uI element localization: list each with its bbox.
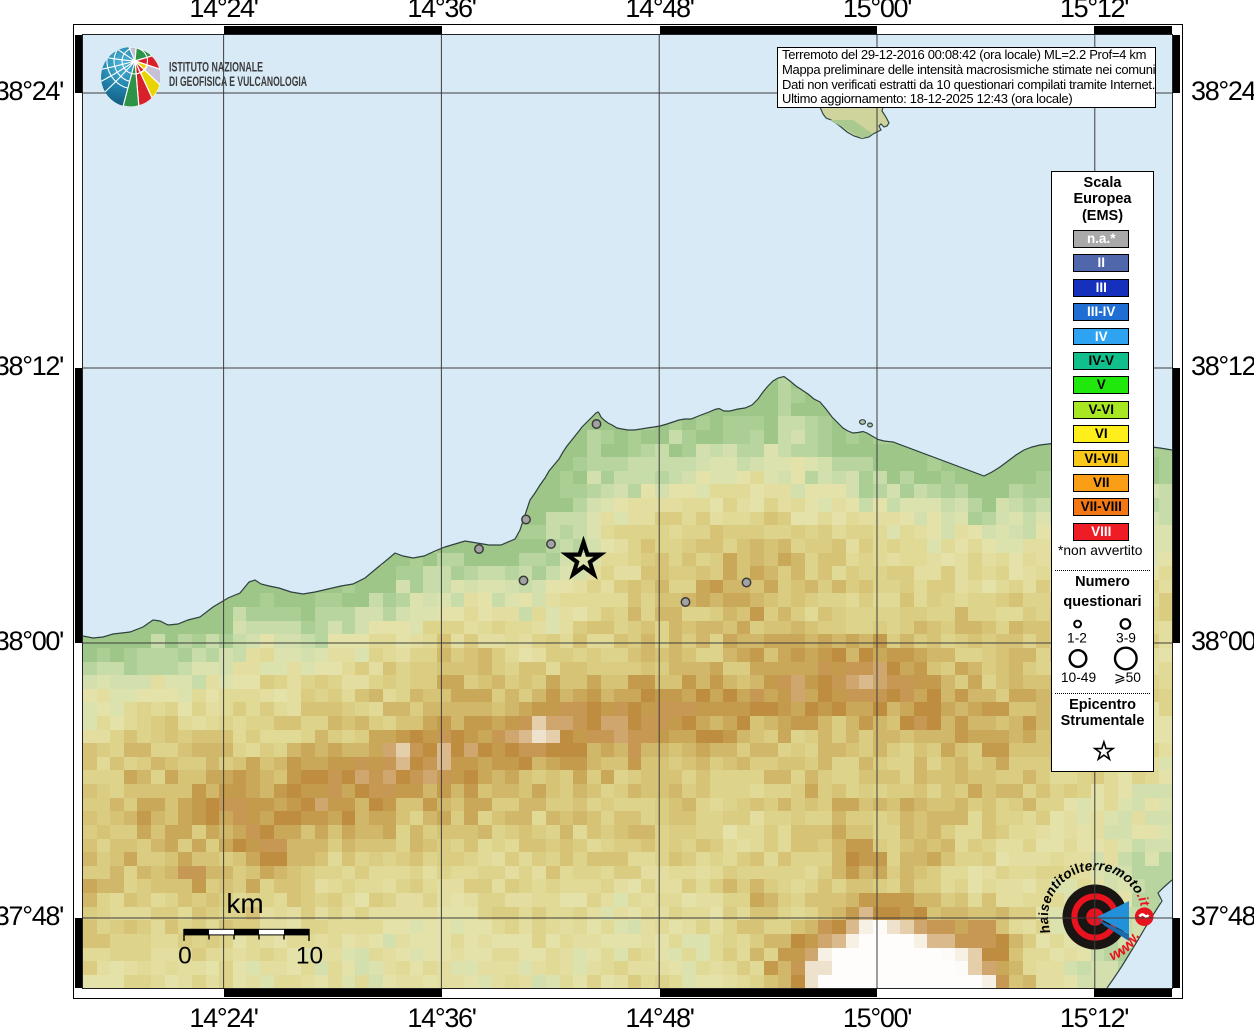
svg-text:1-2: 1-2 xyxy=(1067,631,1087,646)
svg-text:10-49: 10-49 xyxy=(1061,670,1097,685)
svg-text:⩾50: ⩾50 xyxy=(1114,670,1141,685)
svg-text:3-9: 3-9 xyxy=(1116,631,1136,646)
